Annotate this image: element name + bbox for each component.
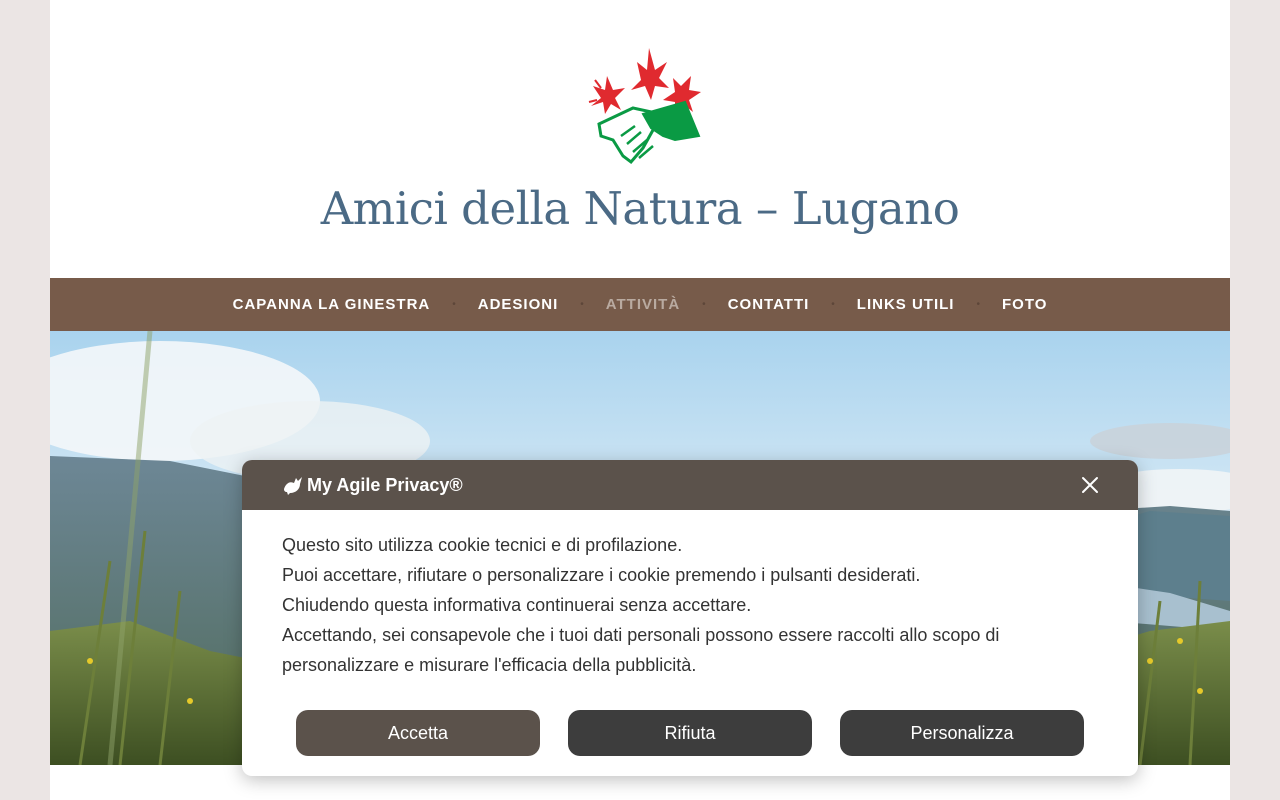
cookie-banner: My Agile Privacy® Questo sito utilizza c… xyxy=(242,460,1138,776)
main-nav: CAPANNA LA GINESTRA • ADESIONI • ATTIVIT… xyxy=(50,278,1230,331)
close-icon[interactable] xyxy=(1078,473,1102,497)
cookie-banner-text: Questo sito utilizza cookie tecnici e di… xyxy=(282,530,1102,680)
rooster-icon xyxy=(284,477,302,495)
site-header: Amici della Natura – Lugano xyxy=(50,0,1230,278)
nav-item-attivita[interactable]: ATTIVITÀ xyxy=(584,278,702,331)
accept-button[interactable]: Accetta xyxy=(296,710,540,756)
cookie-text-line: Accettando, sei consapevole che i tuoi d… xyxy=(282,625,1000,675)
nav-item-foto[interactable]: FOTO xyxy=(980,278,1069,331)
site-title[interactable]: Amici della Natura – Lugano xyxy=(50,178,1230,240)
reject-button[interactable]: Rifiuta xyxy=(568,710,812,756)
nav-item-contatti[interactable]: CONTATTI xyxy=(706,278,832,331)
customize-button[interactable]: Personalizza xyxy=(840,710,1084,756)
nav-item-adesioni[interactable]: ADESIONI xyxy=(456,278,581,331)
cookie-text-line: Questo sito utilizza cookie tecnici e di… xyxy=(282,535,683,555)
cookie-banner-title: My Agile Privacy® xyxy=(307,475,463,495)
cookie-text-line: Chiudendo questa informativa continuerai… xyxy=(282,595,752,615)
nav-item-capanna-la-ginestra[interactable]: CAPANNA LA GINESTRA xyxy=(211,278,453,331)
nav-item-links-utili[interactable]: LINKS UTILI xyxy=(835,278,977,331)
cookie-text-line: Puoi accettare, rifiutare o personalizza… xyxy=(282,565,921,585)
page-container: Amici della Natura – Lugano CAPANNA LA G… xyxy=(50,0,1230,800)
handshake-flowers-logo-icon[interactable] xyxy=(583,40,707,166)
cookie-banner-header: My Agile Privacy® xyxy=(242,460,1138,510)
